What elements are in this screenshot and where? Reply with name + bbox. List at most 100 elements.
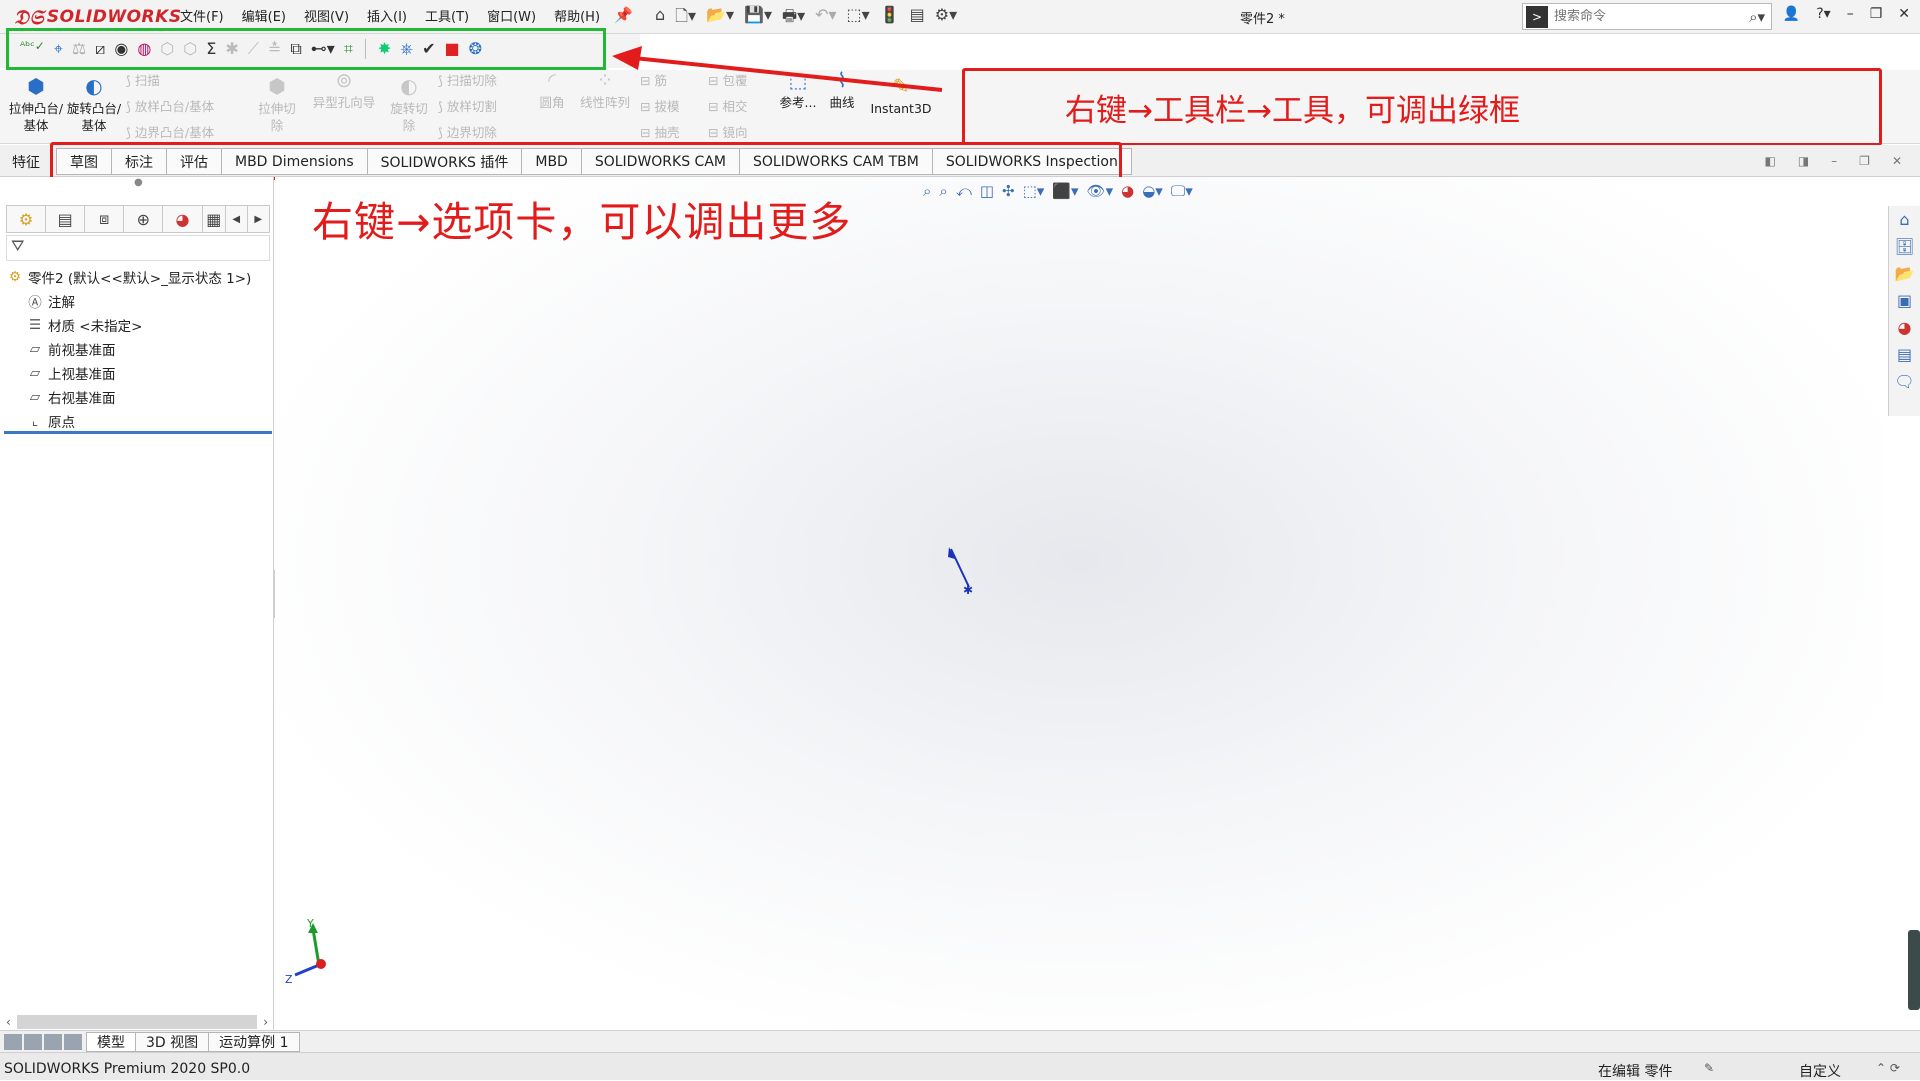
cam-manager-tab-icon[interactable]: ▦ xyxy=(203,206,227,232)
file-properties-icon[interactable]: ▤ xyxy=(910,5,925,32)
revolve-boss-button[interactable]: ◐ 旋转凸台/基体 xyxy=(66,76,122,134)
graphics-area[interactable]: ⌕ ⌕ ⤺ ◫ ✣ ⬚▾ ⬛▾ 👁▾ ◕ ◒▾ 🖵▾ ✱ Y Z 右键→选项卡，… xyxy=(275,177,1885,1030)
forum-icon[interactable]: 🗨 xyxy=(1894,372,1914,391)
editing-status: 在编辑 零件 xyxy=(1598,1064,1673,1080)
custom-properties-icon[interactable]: ▤ xyxy=(1897,345,1912,364)
viewport-minimize-icon[interactable]: – xyxy=(1831,154,1837,168)
scroll-right-icon[interactable]: › xyxy=(263,1015,268,1029)
tree-item-annotations[interactable]: Ⓐ 注解 xyxy=(6,289,272,313)
restore-icon[interactable]: ❐ xyxy=(1870,6,1883,22)
menu-window[interactable]: 窗口(W) xyxy=(487,6,536,25)
dimxpert-manager-tab-icon[interactable]: ⊕ xyxy=(124,206,164,232)
revolve-cut-button[interactable]: ◐ 旋转切除 xyxy=(386,76,432,134)
first-tab-icon[interactable] xyxy=(4,1034,22,1050)
pin-icon[interactable]: 📌 xyxy=(614,6,633,24)
solidworks-logo[interactable]: 𝔇𝔖 SOLIDWORKS xyxy=(14,3,182,31)
hole-wizard-button[interactable]: ⊚ 异型孔向导 xyxy=(306,70,382,111)
options-gear-icon[interactable]: ⚙▾ xyxy=(935,5,957,32)
tabs-scroll-right-icon[interactable]: ▶ xyxy=(248,206,270,232)
view-orientation-icon[interactable]: ⬚▾ xyxy=(1023,182,1045,200)
sweep-cut-button[interactable]: ⟆ 扫描切除 xyxy=(438,70,497,89)
menu-help[interactable]: 帮助(H) xyxy=(554,6,600,25)
tree-filter[interactable]: ⛛ xyxy=(6,235,270,261)
tab-model[interactable]: 模型 xyxy=(86,1032,136,1052)
next-tab-icon[interactable] xyxy=(44,1034,62,1050)
scroll-left-icon[interactable]: ‹ xyxy=(6,1015,11,1029)
viewport-close-icon[interactable]: ✕ xyxy=(1892,154,1902,168)
minimize-icon[interactable]: – xyxy=(1847,6,1854,22)
search-input[interactable] xyxy=(1554,9,1750,24)
previous-view-icon[interactable]: ⤺ xyxy=(956,182,972,200)
tabs-scroll-left-icon[interactable]: ◀ xyxy=(226,206,248,232)
file-explorer-icon[interactable]: 📂 xyxy=(1895,264,1915,283)
apply-scene-icon[interactable]: ◒▾ xyxy=(1142,182,1163,200)
hide-show-items-icon[interactable]: 👁▾ xyxy=(1087,182,1114,200)
close-icon[interactable]: ✕ xyxy=(1898,6,1910,22)
viewport-prev-icon[interactable]: ◧ xyxy=(1764,154,1775,168)
tab-feature[interactable]: 特征 xyxy=(12,152,40,172)
tree-item-origin[interactable]: ⌞ 原点 xyxy=(6,409,272,433)
scroll-track[interactable] xyxy=(16,1015,258,1029)
view-settings-icon[interactable]: 🖵▾ xyxy=(1171,182,1193,200)
tree-item-material[interactable]: ☰ 材质 <未指定> xyxy=(6,313,272,337)
traffic-light-icon[interactable]: 🚦 xyxy=(880,5,900,32)
viewport-next-icon[interactable]: ◨ xyxy=(1798,154,1809,168)
status-settings-icon[interactable]: ⌃ ⟳ xyxy=(1876,1061,1900,1075)
tree-item-top-plane[interactable]: ▱ 上视基准面 xyxy=(6,361,272,385)
fillet-button[interactable]: ◜ 圆角 xyxy=(534,70,570,111)
select-icon[interactable]: ⬚▾ xyxy=(847,5,870,32)
graphics-scroll-handle[interactable] xyxy=(1908,930,1920,1010)
property-manager-tab-icon[interactable]: ▤ xyxy=(46,206,86,232)
tree-item-right-plane[interactable]: ▱ 右视基准面 xyxy=(6,385,272,409)
menu-file[interactable]: 文件(F) xyxy=(180,6,224,25)
new-document-icon[interactable]: 🗋▾ xyxy=(675,5,696,32)
appearances-icon[interactable]: ◕ xyxy=(1898,318,1912,337)
panel-horizontal-scrollbar[interactable]: ‹ › xyxy=(6,1013,268,1031)
dynamic-annotation-icon[interactable]: ✣ xyxy=(1002,182,1015,200)
undo-icon[interactable]: ↶▾ xyxy=(815,5,836,32)
rollback-bar[interactable] xyxy=(4,431,272,434)
search-icon[interactable]: ⌕▾ xyxy=(1749,8,1765,26)
open-icon[interactable]: 📂▾ xyxy=(706,5,734,32)
menu-edit[interactable]: 编辑(E) xyxy=(242,6,286,25)
display-manager-tab-icon[interactable]: ◕ xyxy=(163,206,203,232)
prev-tab-icon[interactable] xyxy=(24,1034,42,1050)
tab-3d-views[interactable]: 3D 视图 xyxy=(136,1032,210,1052)
units-selector[interactable]: 自定义 xyxy=(1799,1061,1841,1081)
zoom-to-area-icon[interactable]: ⌕ xyxy=(939,182,947,200)
viewport-restore-icon[interactable]: ❐ xyxy=(1859,154,1870,168)
extrude-cut-button[interactable]: ⬢ 拉伸切除 xyxy=(254,76,300,134)
last-tab-icon[interactable] xyxy=(64,1034,82,1050)
view-palette-icon[interactable]: ▣ xyxy=(1897,291,1912,310)
menu-insert[interactable]: 插入(I) xyxy=(367,6,407,25)
feature-manager-tab-icon[interactable]: ⚙ xyxy=(7,206,47,232)
user-icon[interactable]: 👤 xyxy=(1783,6,1800,22)
edit-appearance-icon[interactable]: ◕ xyxy=(1121,182,1134,200)
zoom-to-fit-icon[interactable]: ⌕ xyxy=(923,182,931,200)
sweep-button[interactable]: ⟆ 扫描 xyxy=(126,70,160,89)
tab-motion-study[interactable]: 运动算例 1 xyxy=(209,1032,300,1052)
menu-view[interactable]: 视图(V) xyxy=(304,6,349,25)
home-icon[interactable]: ⌂ xyxy=(655,5,665,32)
boundary-boss-button[interactable]: ⟆ 边界凸台/基体 xyxy=(126,122,214,141)
menu-tools[interactable]: 工具(T) xyxy=(425,6,469,25)
extrude-boss-button[interactable]: ⬢ 拉伸凸台/基体 xyxy=(8,76,64,134)
shell-button[interactable]: ⊟ 抽壳 xyxy=(640,122,679,141)
display-style-icon[interactable]: ⬛▾ xyxy=(1052,182,1078,200)
mirror-button[interactable]: ⊟ 镜向 xyxy=(708,122,747,141)
configuration-manager-tab-icon[interactable]: ⧈ xyxy=(85,206,125,232)
loft-cut-button[interactable]: ⟆ 放样切割 xyxy=(438,96,497,115)
panel-grip-icon[interactable]: ● xyxy=(134,177,143,188)
boundary-cut-button[interactable]: ⟆ 边界切除 xyxy=(438,122,497,141)
tree-root-part[interactable]: ⚙ 零件2 (默认<<默认>_显示状态 1>) xyxy=(6,265,272,289)
search-box[interactable]: > ⌕▾ xyxy=(1522,3,1772,30)
tree-item-front-plane[interactable]: ▱ 前视基准面 xyxy=(6,337,272,361)
loft-boss-button[interactable]: ⟆ 放样凸台/基体 xyxy=(126,96,214,115)
print-icon[interactable]: 🖶▾ xyxy=(782,5,805,32)
design-library-icon[interactable]: 🗄 xyxy=(1894,237,1914,256)
save-icon[interactable]: 💾▾ xyxy=(744,5,772,32)
section-view-icon[interactable]: ◫ xyxy=(980,182,994,200)
help-icon[interactable]: ?▾ xyxy=(1816,6,1830,22)
solidworks-resources-icon[interactable]: ⌂ xyxy=(1899,210,1909,229)
rebuild-icon[interactable]: ✎ xyxy=(1704,1061,1714,1075)
